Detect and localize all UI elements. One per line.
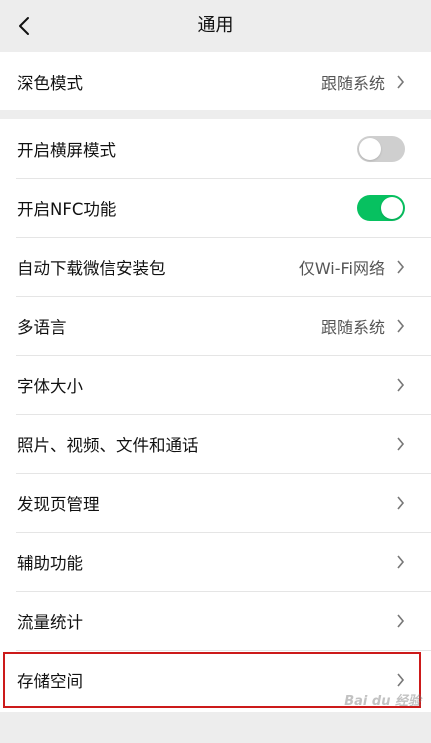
setting-dark-mode[interactable]: 深色模式 跟随系统 — [0, 52, 431, 111]
bottom-background — [0, 712, 431, 743]
toggle-knob — [381, 196, 403, 219]
setting-landscape-mode: 开启横屏模式 — [0, 119, 431, 178]
setting-label: 开启横屏模式 — [17, 140, 116, 160]
setting-label: 发现页管理 — [17, 494, 100, 514]
setting-media[interactable]: 照片、视频、文件和通话 — [0, 414, 431, 473]
setting-language[interactable]: 多语言 跟随系统 — [0, 296, 431, 355]
page-title: 通用 — [197, 15, 234, 36]
setting-discover[interactable]: 发现页管理 — [0, 473, 431, 532]
setting-label: 存储空间 — [17, 671, 83, 691]
setting-label: 流量统计 — [17, 612, 83, 632]
chevron-right-icon — [396, 377, 405, 392]
setting-auto-download[interactable]: 自动下载微信安装包 仅Wi-Fi网络 — [0, 237, 431, 296]
setting-value: 仅Wi-Fi网络 — [298, 258, 385, 278]
setting-value: 跟随系统 — [320, 73, 385, 93]
toggle-knob — [359, 137, 381, 160]
setting-label: 多语言 — [17, 317, 67, 337]
nfc-toggle[interactable] — [357, 194, 405, 221]
chevron-right-icon — [396, 495, 405, 510]
setting-label: 自动下载微信安装包 — [17, 258, 166, 278]
setting-label: 辅助功能 — [17, 553, 83, 573]
setting-label: 照片、视频、文件和通话 — [17, 435, 199, 455]
chevron-right-icon — [396, 613, 405, 628]
chevron-right-icon — [396, 554, 405, 569]
setting-accessibility[interactable]: 辅助功能 — [0, 532, 431, 591]
chevron-right-icon — [396, 436, 405, 451]
chevron-right-icon — [396, 318, 405, 333]
chevron-right-icon — [396, 259, 405, 274]
settings-group-general: 开启横屏模式 开启NFC功能 自动下载微信安装包 仅Wi-Fi网络 多语言 跟随… — [0, 119, 431, 712]
setting-nfc: 开启NFC功能 — [0, 178, 431, 237]
settings-group-display: 深色模式 跟随系统 — [0, 52, 431, 110]
chevron-right-icon — [396, 672, 405, 687]
setting-label: 深色模式 — [17, 73, 83, 93]
chevron-right-icon — [396, 74, 405, 89]
watermark: Bai du 经验 — [344, 694, 421, 709]
setting-label: 字体大小 — [17, 376, 83, 396]
setting-label: 开启NFC功能 — [17, 199, 117, 219]
setting-data-usage[interactable]: 流量统计 — [0, 591, 431, 650]
setting-value: 跟随系统 — [320, 317, 385, 337]
setting-font-size[interactable]: 字体大小 — [0, 355, 431, 414]
nav-bar: 通用 — [0, 0, 431, 52]
landscape-toggle[interactable] — [357, 135, 405, 162]
